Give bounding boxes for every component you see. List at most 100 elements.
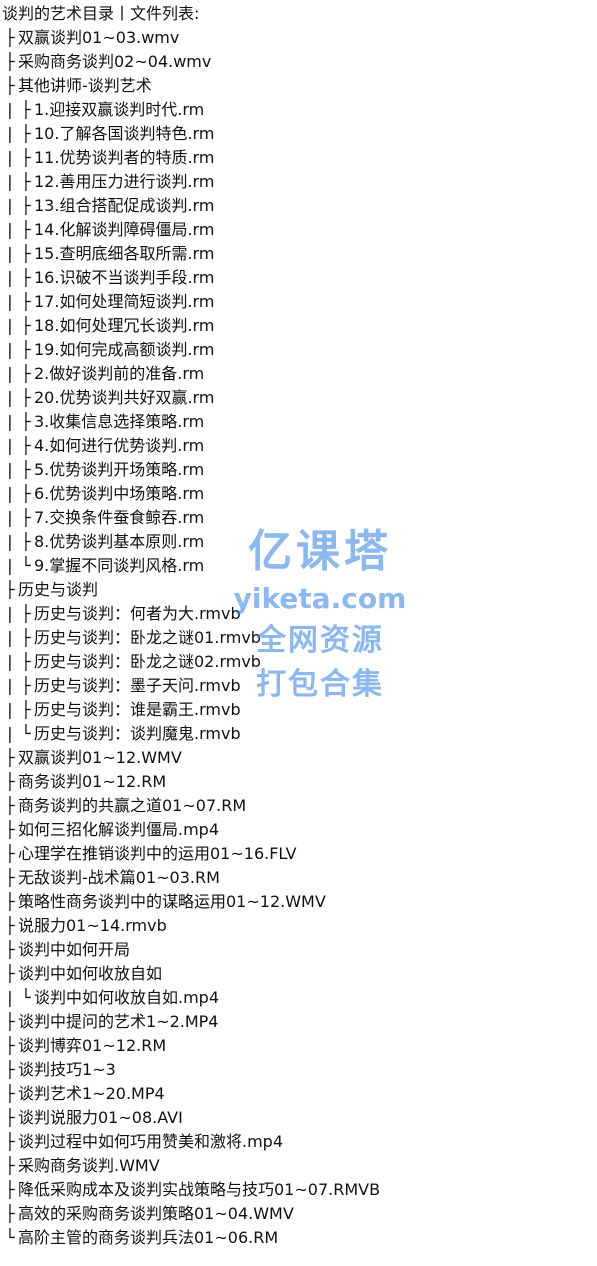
entry-name: 谈判中如何收放自如 bbox=[18, 964, 163, 983]
entry-name: 谈判博弈01~12.RM bbox=[18, 1036, 167, 1055]
tree-branch-icon: ├ bbox=[5, 76, 15, 95]
tree-entry: ├ 谈判中如何开局 bbox=[2, 938, 592, 962]
tree-branch-icon: ├ bbox=[5, 844, 15, 863]
entry-name: 14.化解谈判障碍僵局.rm bbox=[34, 220, 215, 239]
entry-name: 13.组合搭配促成谈判.rm bbox=[34, 196, 215, 215]
tree-branch-icon: | ├ bbox=[5, 316, 31, 335]
tree-child-entry: | ├ 12.善用压力进行谈判.rm bbox=[2, 170, 592, 194]
tree-branch-icon: | └ bbox=[5, 556, 31, 575]
tree-branch-icon: ├ bbox=[5, 1108, 15, 1127]
tree-child-entry: | ├ 16.识破不当谈判手段.rm bbox=[2, 266, 592, 290]
tree-entry: ├ 高效的采购商务谈判策略01~04.WMV bbox=[2, 1202, 592, 1226]
list-title: 谈判的艺术目录丨文件列表: bbox=[2, 4, 200, 23]
tree-child-entry: | └ 9.掌握不同谈判风格.rm bbox=[2, 554, 592, 578]
tree-branch-icon: | ├ bbox=[5, 340, 31, 359]
entry-name: 历史与谈判：卧龙之谜02.rmvb bbox=[34, 652, 261, 671]
tree-child-entry: | ├ 5.优势谈判开场策略.rm bbox=[2, 458, 592, 482]
tree-child-entry: | ├ 18.如何处理冗长谈判.rm bbox=[2, 314, 592, 338]
tree-branch-icon: ├ bbox=[5, 1156, 15, 1175]
entry-name: 历史与谈判：谁是霸王.rmvb bbox=[34, 700, 241, 719]
tree-entry: ├ 谈判技巧1~3 bbox=[2, 1058, 592, 1082]
tree-entry: ├ 谈判说服力01~08.AVI bbox=[2, 1106, 592, 1130]
tree-branch-icon: | ├ bbox=[5, 436, 31, 455]
tree-branch-icon: ├ bbox=[5, 748, 15, 767]
tree-branch-icon: ├ bbox=[5, 1012, 15, 1031]
entry-name: 谈判技巧1~3 bbox=[18, 1060, 116, 1079]
tree-branch-icon: | ├ bbox=[5, 700, 31, 719]
tree-child-entry: | ├ 历史与谈判：卧龙之谜02.rmvb bbox=[2, 650, 592, 674]
tree-entry: ├ 如何三招化解谈判僵局.mp4 bbox=[2, 818, 592, 842]
entry-name: 无敌谈判-战术篇01~03.RM bbox=[18, 868, 220, 887]
entry-name: 18.如何处理冗长谈判.rm bbox=[34, 316, 215, 335]
tree-entry: ├ 双赢谈判01~12.WMV bbox=[2, 746, 592, 770]
entry-name: 说服力01~14.rmvb bbox=[18, 916, 167, 935]
tree-branch-icon: | └ bbox=[5, 724, 31, 743]
tree-branch-icon: ├ bbox=[5, 1036, 15, 1055]
tree-branch-icon: | ├ bbox=[5, 220, 31, 239]
tree-entry: ├ 商务谈判的共赢之道01~07.RM bbox=[2, 794, 592, 818]
tree-child-entry: | ├ 1.迎接双赢谈判时代.rm bbox=[2, 98, 592, 122]
tree-entry: ├ 历史与谈判 bbox=[2, 578, 592, 602]
tree-child-entry: | ├ 6.优势谈判中场策略.rm bbox=[2, 482, 592, 506]
tree-branch-icon: ├ bbox=[5, 820, 15, 839]
entry-name: 9.掌握不同谈判风格.rm bbox=[34, 556, 205, 575]
tree-child-entry: | ├ 历史与谈判：谁是霸王.rmvb bbox=[2, 698, 592, 722]
tree-branch-icon: ├ bbox=[5, 964, 15, 983]
tree-branch-icon: | ├ bbox=[5, 412, 31, 431]
entry-name: 16.识破不当谈判手段.rm bbox=[34, 268, 215, 287]
tree-branch-icon: | ├ bbox=[5, 604, 31, 623]
tree-child-entry: | ├ 历史与谈判：卧龙之谜01.rmvb bbox=[2, 626, 592, 650]
entry-name: 历史与谈判：卧龙之谜01.rmvb bbox=[34, 628, 261, 647]
tree-branch-icon: | ├ bbox=[5, 388, 31, 407]
tree-branch-icon: ├ bbox=[5, 916, 15, 935]
tree-branch-icon: | ├ bbox=[5, 676, 31, 695]
tree-entry: ├ 谈判博弈01~12.RM bbox=[2, 1034, 592, 1058]
file-list: 谈判的艺术目录丨文件列表: ├ 双赢谈判01~03.wmv ├ 采购商务谈判02~04… bbox=[2, 2, 592, 1250]
entry-name: 谈判说服力01~08.AVI bbox=[18, 1108, 183, 1127]
tree-branch-icon: ├ bbox=[5, 1132, 15, 1151]
tree-child-entry: | ├ 历史与谈判：何者为大.rmvb bbox=[2, 602, 592, 626]
tree-branch-icon: | ├ bbox=[5, 292, 31, 311]
tree-child-entry: | └ 谈判中如何收放自如.mp4 bbox=[2, 986, 592, 1010]
entry-name: 6.优势谈判中场策略.rm bbox=[34, 484, 205, 503]
tree-branch-icon: ├ bbox=[5, 28, 15, 47]
entry-name: 3.收集信息选择策略.rm bbox=[34, 412, 205, 431]
tree-child-entry: | ├ 7.交换条件蚕食鲸吞.rm bbox=[2, 506, 592, 530]
tree-branch-icon: | ├ bbox=[5, 100, 31, 119]
tree-branch-icon: ├ bbox=[5, 772, 15, 791]
entry-name: 高效的采购商务谈判策略01~04.WMV bbox=[18, 1204, 294, 1223]
tree-branch-icon: ├ bbox=[5, 868, 15, 887]
entry-name: 谈判中提问的艺术1~2.MP4 bbox=[18, 1012, 219, 1031]
tree-entry: ├ 谈判中如何收放自如 bbox=[2, 962, 592, 986]
tree-child-entry: | ├ 4.如何进行优势谈判.rm bbox=[2, 434, 592, 458]
tree-branch-icon: ├ bbox=[5, 796, 15, 815]
entry-name: 采购商务谈判02~04.wmv bbox=[18, 52, 212, 71]
tree-branch-icon: | ├ bbox=[5, 244, 31, 263]
entry-name: 12.善用压力进行谈判.rm bbox=[34, 172, 215, 191]
entry-name: 20.优势谈判共好双赢.rm bbox=[34, 388, 215, 407]
tree-child-entry: | ├ 15.查明底细各取所需.rm bbox=[2, 242, 592, 266]
tree-child-entry: | ├ 10.了解各国谈判特色.rm bbox=[2, 122, 592, 146]
entry-name: 谈判艺术1~20.MP4 bbox=[18, 1084, 165, 1103]
tree-branch-icon: | ├ bbox=[5, 196, 31, 215]
entry-name: 11.优势谈判者的特质.rm bbox=[34, 148, 215, 167]
tree-branch-icon: | ├ bbox=[5, 148, 31, 167]
entry-name: 其他讲师-谈判艺术 bbox=[18, 76, 152, 95]
entry-name: 谈判中如何收放自如.mp4 bbox=[34, 988, 220, 1007]
tree-branch-icon: | └ bbox=[5, 988, 31, 1007]
entry-name: 5.优势谈判开场策略.rm bbox=[34, 460, 205, 479]
entry-name: 商务谈判的共赢之道01~07.RM bbox=[18, 796, 247, 815]
entry-name: 心理学在推销谈判中的运用01~16.FLV bbox=[18, 844, 297, 863]
entry-name: 商务谈判01~12.RM bbox=[18, 772, 167, 791]
tree-branch-icon: ├ bbox=[5, 52, 15, 71]
tree-child-entry: | ├ 14.化解谈判障碍僵局.rm bbox=[2, 218, 592, 242]
tree-entry: └ 高阶主管的商务谈判兵法01~06.RM bbox=[2, 1226, 592, 1250]
tree-child-entry: | └ 历史与谈判：谈判魔鬼.rmvb bbox=[2, 722, 592, 746]
entry-name: 7.交换条件蚕食鲸吞.rm bbox=[34, 508, 205, 527]
tree-entry: ├ 采购商务谈判02~04.wmv bbox=[2, 50, 592, 74]
entry-name: 如何三招化解谈判僵局.mp4 bbox=[18, 820, 220, 839]
tree-branch-icon: | ├ bbox=[5, 628, 31, 647]
tree-entry: ├ 说服力01~14.rmvb bbox=[2, 914, 592, 938]
tree-branch-icon: ├ bbox=[5, 1204, 15, 1223]
entry-name: 2.做好谈判前的准备.rm bbox=[34, 364, 205, 383]
